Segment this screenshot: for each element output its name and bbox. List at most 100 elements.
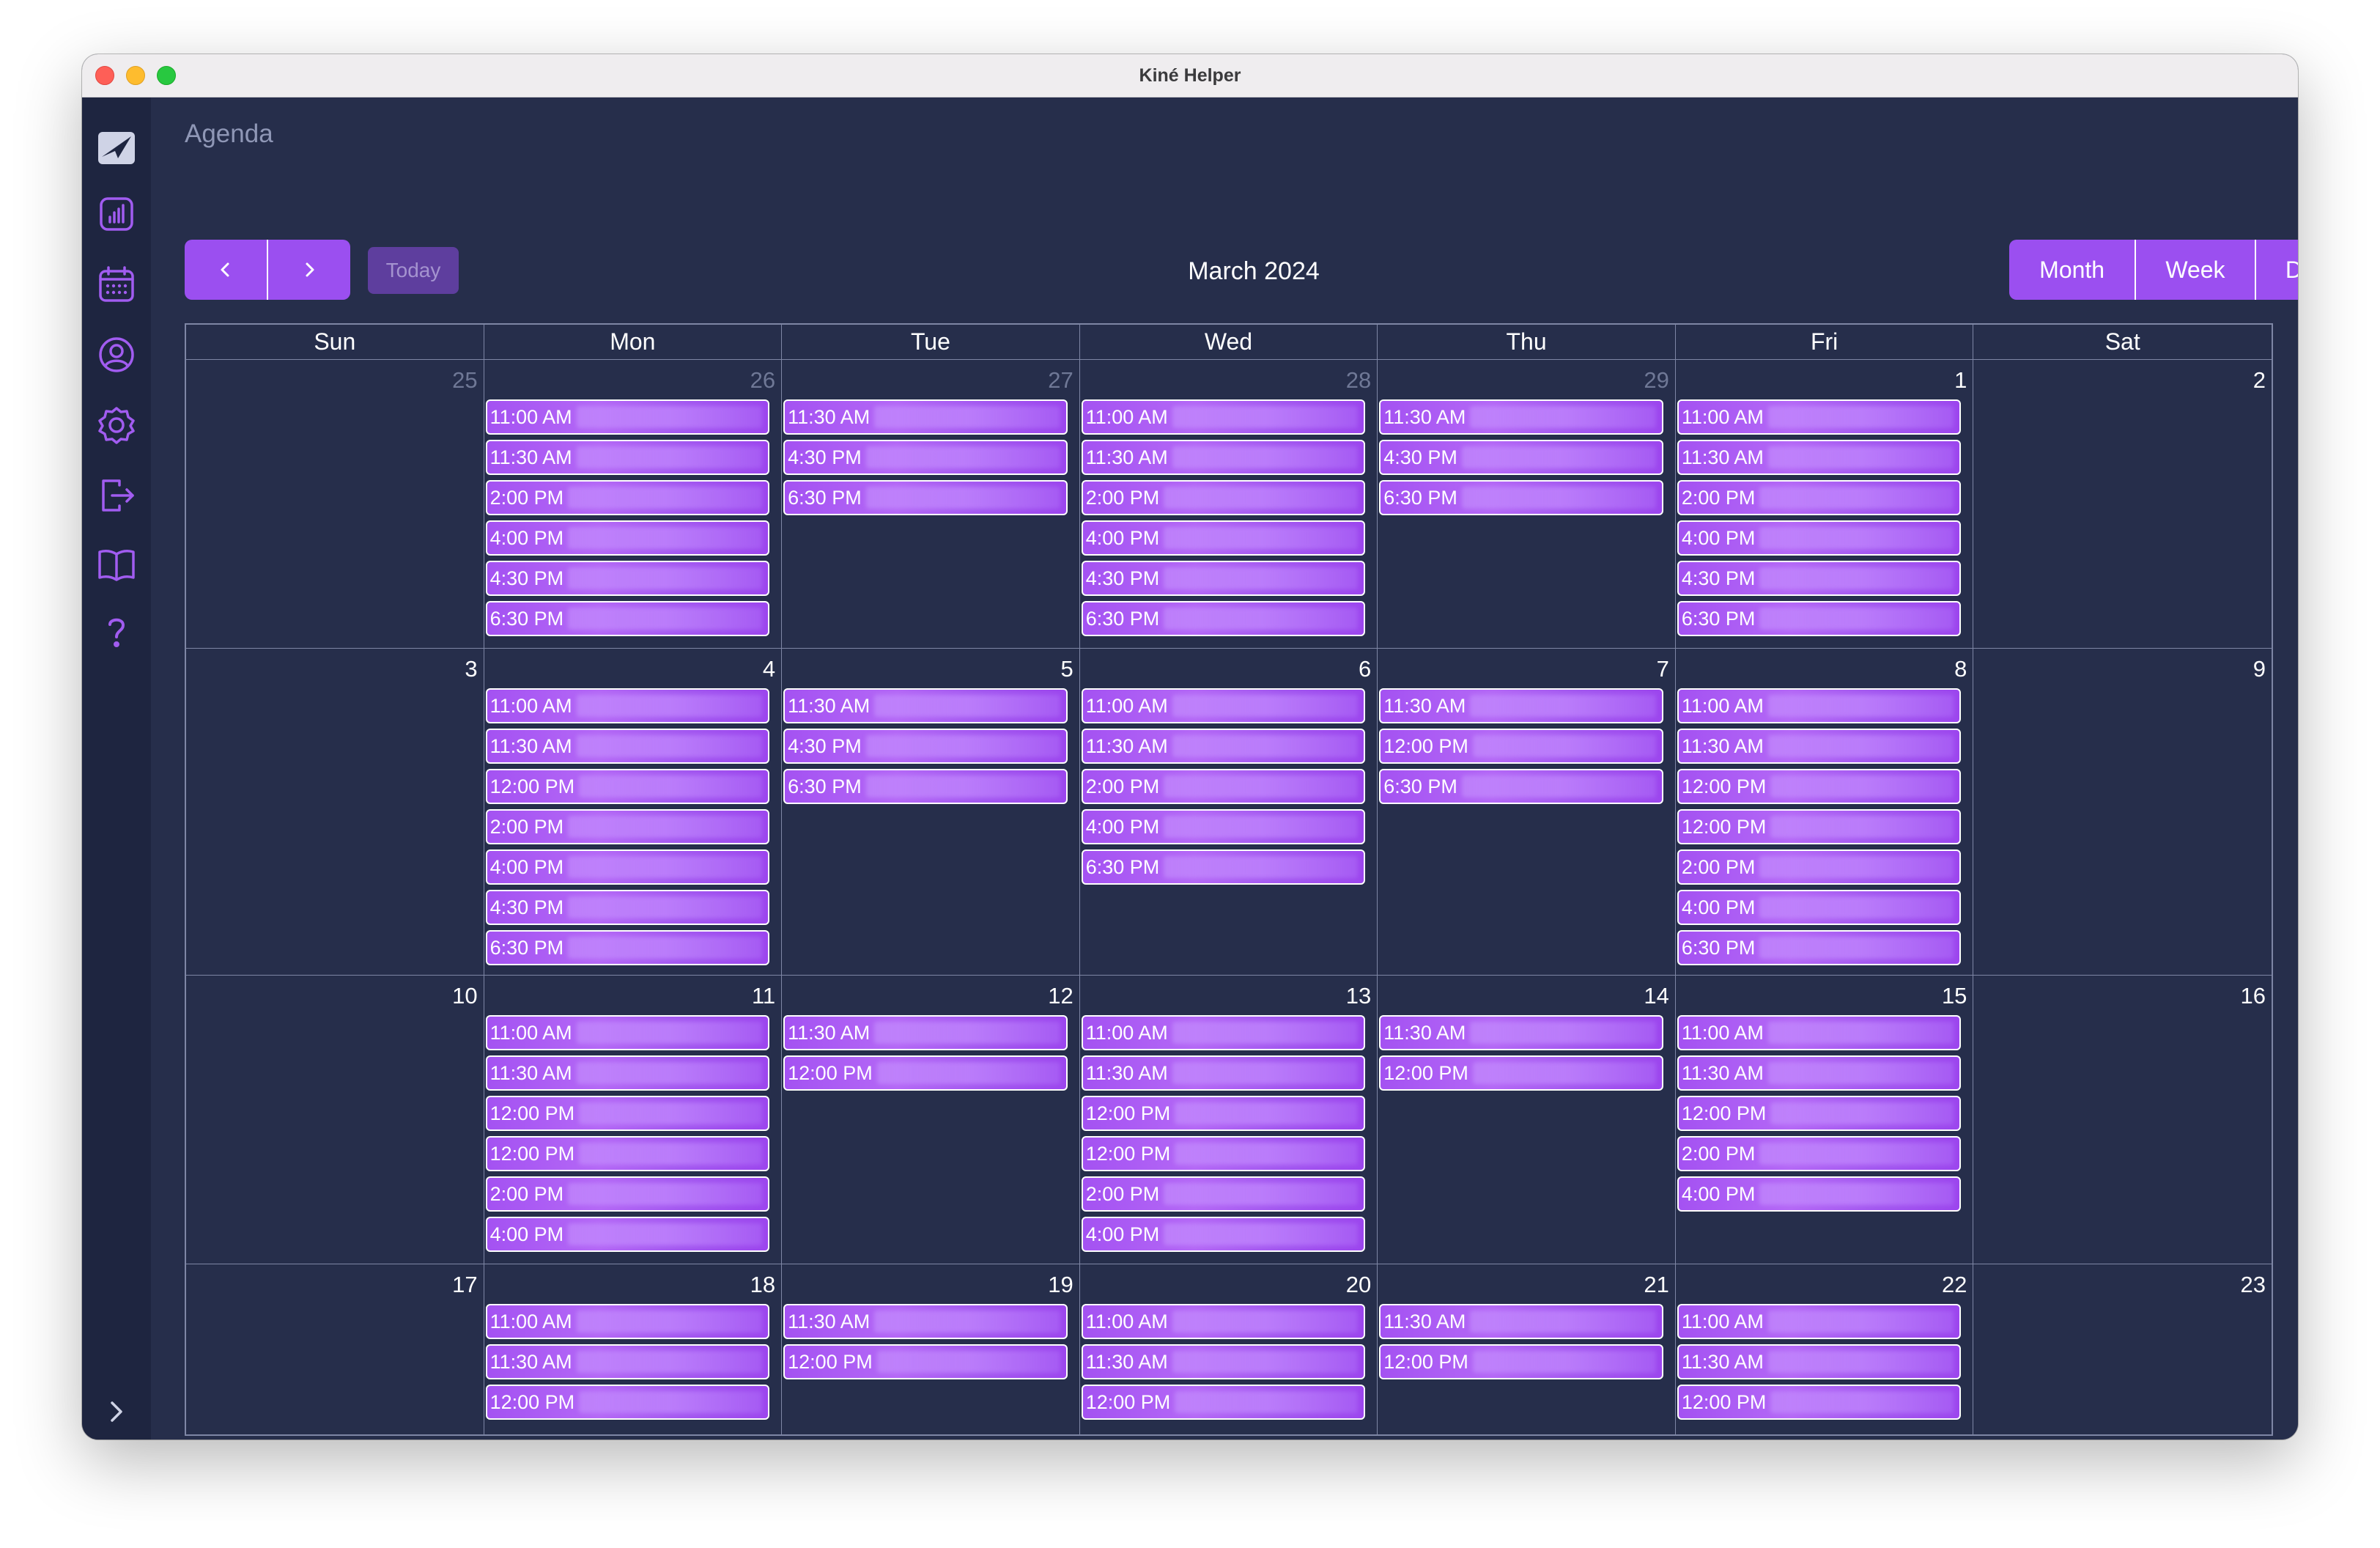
minimize-window-button[interactable] <box>126 66 145 85</box>
appointment-event[interactable]: 11:00 AM <box>485 1015 770 1050</box>
appointment-event[interactable]: 6:30 PM <box>1379 480 1663 515</box>
day-cell[interactable]: 6 11:00 AM 11:30 AM 2:00 PM 4:00 PM 6:30 PM <box>1079 649 1378 976</box>
appointment-event[interactable]: 6:30 PM <box>783 480 1068 515</box>
appointment-event[interactable]: 4:30 PM <box>485 561 770 596</box>
appointment-event[interactable]: 11:30 AM <box>485 440 770 475</box>
appointment-event[interactable]: 11:30 AM <box>783 1015 1068 1050</box>
appointment-event[interactable]: 11:00 AM <box>485 688 770 723</box>
appointment-event[interactable]: 11:30 AM <box>1379 1304 1663 1339</box>
appointment-event[interactable]: 11:30 AM <box>1081 1055 1366 1091</box>
day-cell[interactable]: 4 11:00 AM 11:30 AM 12:00 PM 2:00 PM 4:00 PM 4… <box>484 649 783 976</box>
day-cell[interactable]: 1 11:00 AM 11:30 AM 2:00 PM 4:00 PM 4:30 PM 6:… <box>1675 360 1974 649</box>
appointment-event[interactable]: 12:00 PM <box>1677 1385 1962 1420</box>
appointment-event[interactable]: 11:00 AM <box>1677 1304 1962 1339</box>
help-icon[interactable] <box>92 608 141 656</box>
day-cell[interactable]: 21 11:30 AM 12:00 PM <box>1378 1264 1676 1436</box>
appointment-event[interactable]: 11:30 AM <box>1081 440 1366 475</box>
day-cell[interactable]: 12 11:30 AM 12:00 PM <box>782 976 1080 1264</box>
appointment-event[interactable]: 11:30 AM <box>1081 1344 1366 1379</box>
day-cell[interactable]: 26 11:00 AM 11:30 AM 2:00 PM 4:00 PM 4:30 PM 6… <box>484 360 783 649</box>
day-cell[interactable]: 3 <box>186 649 484 976</box>
appointment-event[interactable]: 4:00 PM <box>1081 520 1366 556</box>
next-month-button[interactable] <box>267 240 350 300</box>
day-cell[interactable]: 10 <box>186 976 484 1264</box>
appointment-event[interactable]: 4:30 PM <box>1379 440 1663 475</box>
day-cell[interactable]: 9 <box>1973 649 2272 976</box>
appointment-event[interactable]: 11:00 AM <box>1081 399 1366 435</box>
documentation-icon[interactable] <box>92 540 141 589</box>
week-view-button[interactable]: Week <box>2135 240 2254 300</box>
appointment-event[interactable]: 4:30 PM <box>485 890 770 925</box>
appointment-event[interactable]: 4:00 PM <box>485 520 770 556</box>
day-cell[interactable]: 22 11:00 AM 11:30 AM 12:00 PM <box>1676 1264 1974 1436</box>
appointment-event[interactable]: 12:00 PM <box>1677 1096 1962 1131</box>
appointment-event[interactable]: 4:30 PM <box>783 440 1068 475</box>
appointment-event[interactable]: 11:30 AM <box>1677 440 1962 475</box>
today-button[interactable]: Today <box>368 247 459 294</box>
chevron-right-icon[interactable] <box>92 1387 141 1436</box>
appointment-event[interactable]: 2:00 PM <box>485 809 770 844</box>
appointment-event[interactable]: 11:30 AM <box>1081 729 1366 764</box>
appointment-event[interactable]: 11:30 AM <box>485 1055 770 1091</box>
appointment-event[interactable]: 11:30 AM <box>1379 399 1663 435</box>
appointment-event[interactable]: 11:00 AM <box>1677 1015 1962 1050</box>
appointment-event[interactable]: 11:30 AM <box>1677 1344 1962 1379</box>
appointment-event[interactable]: 2:00 PM <box>1677 480 1962 515</box>
appointment-event[interactable]: 4:00 PM <box>485 1217 770 1252</box>
appointment-event[interactable]: 12:00 PM <box>485 1385 770 1420</box>
appointment-event[interactable]: 11:30 AM <box>783 399 1068 435</box>
day-view-button[interactable]: Day <box>2254 240 2298 300</box>
day-cell[interactable]: 25 <box>186 360 484 649</box>
appointment-event[interactable]: 2:00 PM <box>1081 769 1366 804</box>
day-cell[interactable]: 15 11:00 AM 11:30 AM 12:00 PM 2:00 PM 4:00 PM <box>1675 976 1974 1264</box>
appointment-event[interactable]: 12:00 PM <box>783 1344 1068 1379</box>
appointment-event[interactable]: 6:30 PM <box>1379 769 1663 804</box>
day-cell[interactable]: 27 11:30 AM 4:30 PM 6:30 PM <box>782 360 1080 649</box>
appointment-event[interactable]: 4:00 PM <box>1677 1176 1962 1212</box>
previous-month-button[interactable] <box>185 240 267 300</box>
appointment-event[interactable]: 12:00 PM <box>485 1096 770 1131</box>
appointment-event[interactable]: 11:30 AM <box>783 688 1068 723</box>
day-cell[interactable]: 14 11:30 AM 12:00 PM <box>1378 976 1676 1264</box>
settings-icon[interactable] <box>92 401 141 449</box>
appointment-event[interactable]: 11:00 AM <box>1081 1304 1366 1339</box>
appointment-event[interactable]: 11:30 AM <box>1677 1055 1962 1091</box>
appointment-event[interactable]: 2:00 PM <box>1677 1136 1962 1171</box>
appointment-event[interactable]: 12:00 PM <box>1379 1344 1663 1379</box>
appointment-event[interactable]: 12:00 PM <box>1379 729 1663 764</box>
appointment-event[interactable]: 6:30 PM <box>1081 601 1366 636</box>
appointment-event[interactable]: 12:00 PM <box>485 769 770 804</box>
calendar-icon[interactable] <box>92 260 141 309</box>
appointment-event[interactable]: 11:30 AM <box>783 1304 1068 1339</box>
appointment-event[interactable]: 4:30 PM <box>783 729 1068 764</box>
day-cell[interactable]: 16 <box>1973 976 2272 1264</box>
appointment-event[interactable]: 4:00 PM <box>1677 890 1962 925</box>
patient-icon[interactable] <box>92 331 141 379</box>
day-cell[interactable]: 18 11:00 AM 11:30 AM 12:00 PM <box>484 1264 783 1436</box>
appointment-event[interactable]: 11:00 AM <box>1081 688 1366 723</box>
statistics-icon[interactable] <box>92 190 141 238</box>
day-cell[interactable]: 2 <box>1973 360 2272 649</box>
appointment-event[interactable]: 6:30 PM <box>1677 930 1962 965</box>
appointment-event[interactable]: 2:00 PM <box>1081 1176 1366 1212</box>
appointment-event[interactable]: 2:00 PM <box>1081 480 1366 515</box>
appointment-event[interactable]: 4:00 PM <box>485 849 770 885</box>
day-cell[interactable]: 8 11:00 AM 11:30 AM 12:00 PM 12:00 PM 2:00 PM… <box>1675 649 1974 976</box>
day-cell[interactable]: 20 11:00 AM 11:30 AM 12:00 PM <box>1080 1264 1378 1436</box>
appointment-event[interactable]: 11:30 AM <box>485 1344 770 1379</box>
appointment-event[interactable]: 2:00 PM <box>485 1176 770 1212</box>
appointment-event[interactable]: 4:30 PM <box>1677 561 1962 596</box>
appointment-event[interactable]: 11:30 AM <box>1379 1015 1663 1050</box>
appointment-event[interactable]: 12:00 PM <box>1081 1096 1366 1131</box>
appointment-event[interactable]: 12:00 PM <box>1081 1385 1366 1420</box>
close-window-button[interactable] <box>95 66 114 85</box>
day-cell[interactable]: 28 11:00 AM 11:30 AM 2:00 PM 4:00 PM 4:30 PM 6… <box>1079 360 1378 649</box>
appointment-event[interactable]: 12:00 PM <box>1677 769 1962 804</box>
app-logo-icon[interactable] <box>92 124 141 172</box>
appointment-event[interactable]: 6:30 PM <box>485 601 770 636</box>
day-cell[interactable]: 5 11:30 AM 4:30 PM 6:30 PM <box>782 649 1080 976</box>
logout-icon[interactable] <box>92 471 141 520</box>
appointment-event[interactable]: 4:00 PM <box>1677 520 1962 556</box>
appointment-event[interactable]: 6:30 PM <box>1081 849 1366 885</box>
appointment-event[interactable]: 12:00 PM <box>1677 809 1962 844</box>
